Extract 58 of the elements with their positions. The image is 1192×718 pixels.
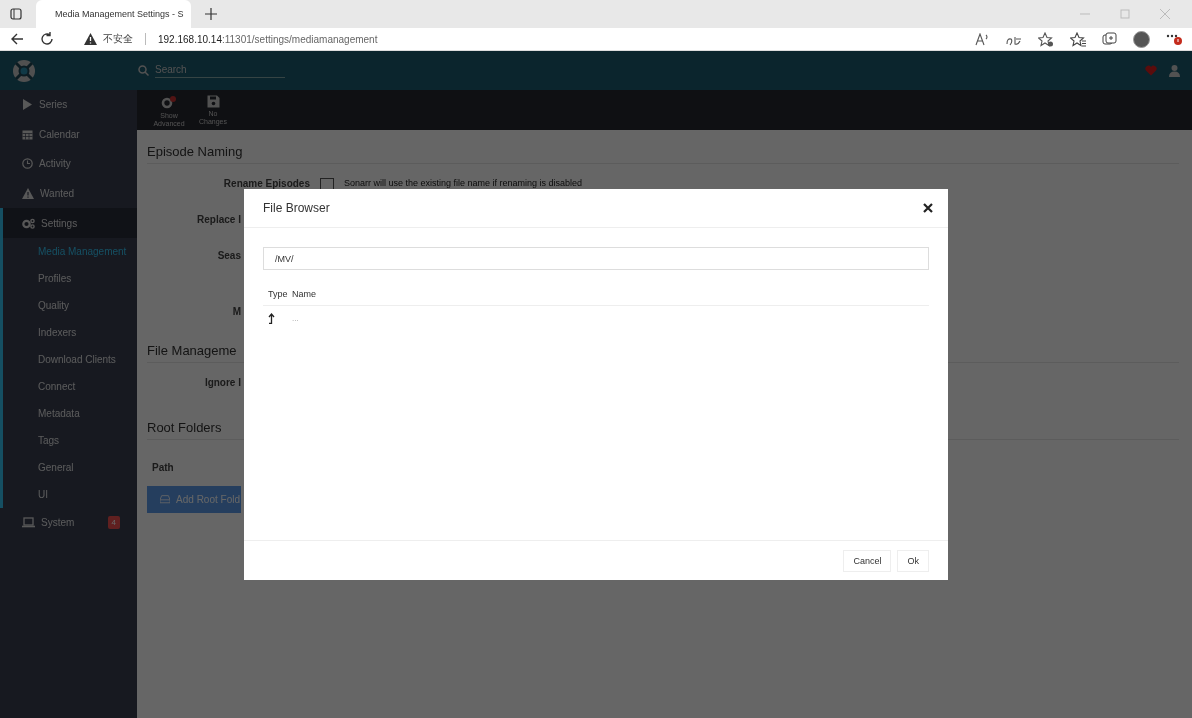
warning-icon: [22, 188, 34, 200]
reload-icon[interactable]: [40, 32, 54, 46]
close-icon[interactable]: [923, 203, 933, 213]
sidebar-label: System: [41, 517, 76, 529]
column-header: Type: [267, 289, 289, 299]
sidebar-label: Activity: [39, 158, 72, 170]
field-label: Seas: [216, 250, 241, 261]
tab-title: Media Management Settings - S: [55, 9, 184, 19]
back-icon[interactable]: [10, 32, 24, 46]
sidebar-item[interactable]: Activity: [0, 149, 137, 179]
path-input[interactable]: /MV/: [263, 247, 929, 270]
sidebar-label: Calendar: [39, 128, 81, 140]
clock-icon: [22, 158, 33, 170]
read-aloud-icon[interactable]: [975, 32, 990, 46]
sidebar-item[interactable]: Calendar: [0, 119, 137, 150]
browser-tab[interactable]: Media Management Settings - S: [36, 0, 191, 28]
search-icon: [138, 65, 149, 76]
field-label: Ignore I: [203, 377, 241, 388]
play-icon: [22, 99, 33, 111]
sidebar-label: Settings: [41, 217, 79, 229]
dialog-button[interactable]: Ok: [897, 549, 929, 572]
favorites-icon[interactable]: [1070, 31, 1086, 47]
laptop-icon: [22, 517, 35, 529]
cogs-icon: [161, 95, 177, 110]
calendar-icon: [22, 128, 33, 140]
add-favorite-icon[interactable]: [1038, 31, 1054, 47]
dialog-title: File Browser: [263, 201, 330, 215]
sidebar-item[interactable]: Series: [0, 90, 137, 120]
column-header: Name: [292, 289, 316, 299]
sidebar-item[interactable]: System 4: [0, 507, 137, 538]
help-text: Sonarr will use the existing file name if renaming is disabled: [344, 178, 583, 188]
sidebar-label: Wanted: [40, 188, 76, 200]
url-text[interactable]: 192.168.10.14:11301/settings/mediamanagement: [158, 33, 378, 45]
tab-actions-icon[interactable]: [10, 8, 22, 20]
sidebar-label: Series: [39, 99, 69, 111]
column-header: Path: [151, 461, 174, 473]
sidebar-item[interactable]: Wanted: [0, 178, 137, 209]
file-row[interactable]: ...: [263, 306, 929, 330]
field-label: Rename Episodes: [222, 178, 310, 189]
new-tab-icon[interactable]: [205, 8, 217, 20]
field-label: M: [231, 305, 241, 317]
insecure-label: 不安全: [103, 32, 133, 46]
add-root-folder-button[interactable]: Add Root Fold: [147, 485, 241, 513]
sidebar-item[interactable]: Settings: [0, 208, 137, 238]
collections-icon[interactable]: [1102, 31, 1117, 47]
dialog-button[interactable]: Cancel: [843, 549, 892, 572]
save-icon: [206, 95, 220, 108]
more-icon[interactable]: [1166, 32, 1182, 46]
field-label: Replace I: [196, 214, 241, 225]
search-field[interactable]: Search: [155, 63, 285, 78]
warning-icon: [84, 33, 97, 45]
drive-icon: [160, 494, 171, 504]
count-badge: 4: [107, 516, 120, 530]
file-name: ...: [292, 313, 299, 323]
section-heading: Episode Naming: [147, 144, 1179, 164]
cogs-icon: [22, 217, 35, 229]
profile-avatar[interactable]: [1133, 30, 1150, 48]
level-up-icon: [268, 312, 275, 324]
